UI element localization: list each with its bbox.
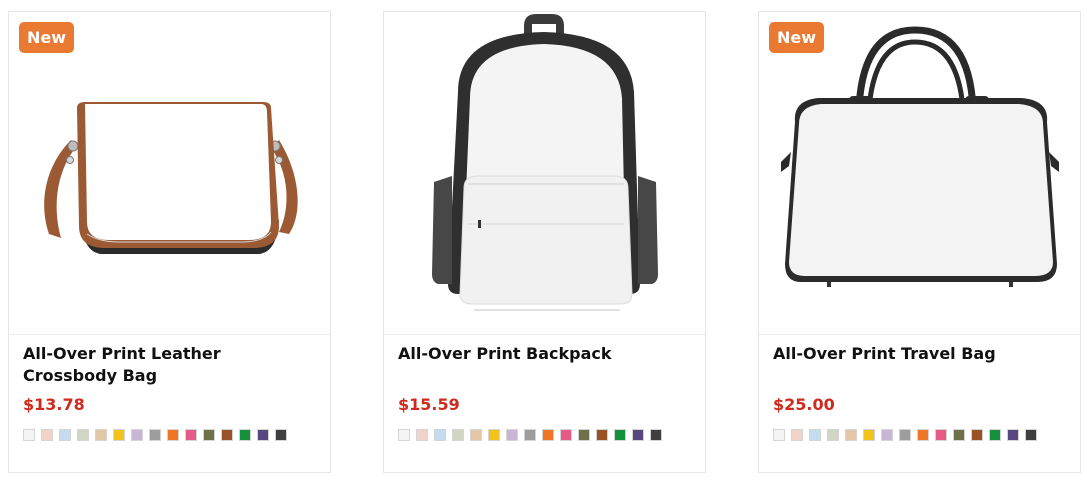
color-swatch[interactable]	[113, 429, 125, 441]
new-badge: New	[19, 22, 75, 53]
new-badge: New	[769, 22, 825, 53]
color-swatch[interactable]	[23, 429, 35, 441]
color-swatch[interactable]	[470, 429, 482, 441]
color-swatch[interactable]	[416, 429, 428, 441]
color-swatch[interactable]	[953, 429, 965, 441]
color-swatch[interactable]	[899, 429, 911, 441]
color-swatch[interactable]	[434, 429, 446, 441]
color-swatch[interactable]	[971, 429, 983, 441]
color-swatch[interactable]	[863, 429, 875, 441]
product-grid: New All-Over Print Leather Crossbody Bag	[0, 0, 1087, 481]
color-swatch[interactable]	[488, 429, 500, 441]
color-swatch[interactable]	[1007, 429, 1019, 441]
color-swatch[interactable]	[77, 429, 89, 441]
crossbody-bag-icon	[44, 102, 298, 254]
color-swatch[interactable]	[131, 429, 143, 441]
color-swatch[interactable]	[578, 429, 590, 441]
color-swatch[interactable]	[989, 429, 1001, 441]
product-title[interactable]: All-Over Print Travel Bag	[773, 343, 1069, 365]
color-swatch[interactable]	[773, 429, 785, 441]
color-swatch[interactable]	[1025, 429, 1037, 441]
color-swatch[interactable]	[632, 429, 644, 441]
color-swatch[interactable]	[596, 429, 608, 441]
product-card-backpack[interactable]: All-Over Print Backpack $15.59	[383, 11, 706, 473]
color-swatch[interactable]	[917, 429, 929, 441]
color-swatch[interactable]	[257, 429, 269, 441]
color-swatch[interactable]	[203, 429, 215, 441]
color-swatch[interactable]	[167, 429, 179, 441]
product-card-crossbody[interactable]: New All-Over Print Leather Crossbody Bag	[8, 11, 331, 473]
color-swatch[interactable]	[827, 429, 839, 441]
color-swatch[interactable]	[59, 429, 71, 441]
travel-bag-icon	[781, 26, 1059, 287]
color-swatch[interactable]	[650, 429, 662, 441]
color-swatch[interactable]	[542, 429, 554, 441]
color-swatch[interactable]	[845, 429, 857, 441]
card-divider	[759, 334, 1080, 335]
color-swatch[interactable]	[275, 429, 287, 441]
product-image-travel-bag[interactable]	[759, 12, 1080, 334]
product-card-travel-bag[interactable]: New All-Over Print Travel Bag $25.00	[758, 11, 1081, 473]
product-title[interactable]: All-Over Print Backpack	[398, 343, 694, 365]
color-swatch[interactable]	[452, 429, 464, 441]
product-price: $13.78	[23, 395, 85, 414]
color-swatch[interactable]	[524, 429, 536, 441]
color-swatch[interactable]	[506, 429, 518, 441]
card-divider	[384, 334, 705, 335]
color-swatches	[398, 429, 662, 441]
product-title[interactable]: All-Over Print Leather Crossbody Bag	[23, 343, 319, 387]
card-divider	[9, 334, 330, 335]
color-swatch[interactable]	[398, 429, 410, 441]
color-swatch[interactable]	[791, 429, 803, 441]
color-swatch[interactable]	[185, 429, 197, 441]
color-swatches	[773, 429, 1037, 441]
color-swatch[interactable]	[935, 429, 947, 441]
color-swatches	[23, 429, 287, 441]
color-swatch[interactable]	[221, 429, 233, 441]
color-swatch[interactable]	[560, 429, 572, 441]
color-swatch[interactable]	[614, 429, 626, 441]
product-image-crossbody[interactable]	[9, 12, 330, 334]
color-swatch[interactable]	[881, 429, 893, 441]
color-swatch[interactable]	[41, 429, 53, 441]
backpack-icon	[432, 14, 658, 311]
product-price: $15.59	[398, 395, 460, 414]
color-swatch[interactable]	[809, 429, 821, 441]
color-swatch[interactable]	[95, 429, 107, 441]
color-swatch[interactable]	[149, 429, 161, 441]
product-image-backpack[interactable]	[384, 12, 705, 334]
color-swatch[interactable]	[239, 429, 251, 441]
product-price: $25.00	[773, 395, 835, 414]
